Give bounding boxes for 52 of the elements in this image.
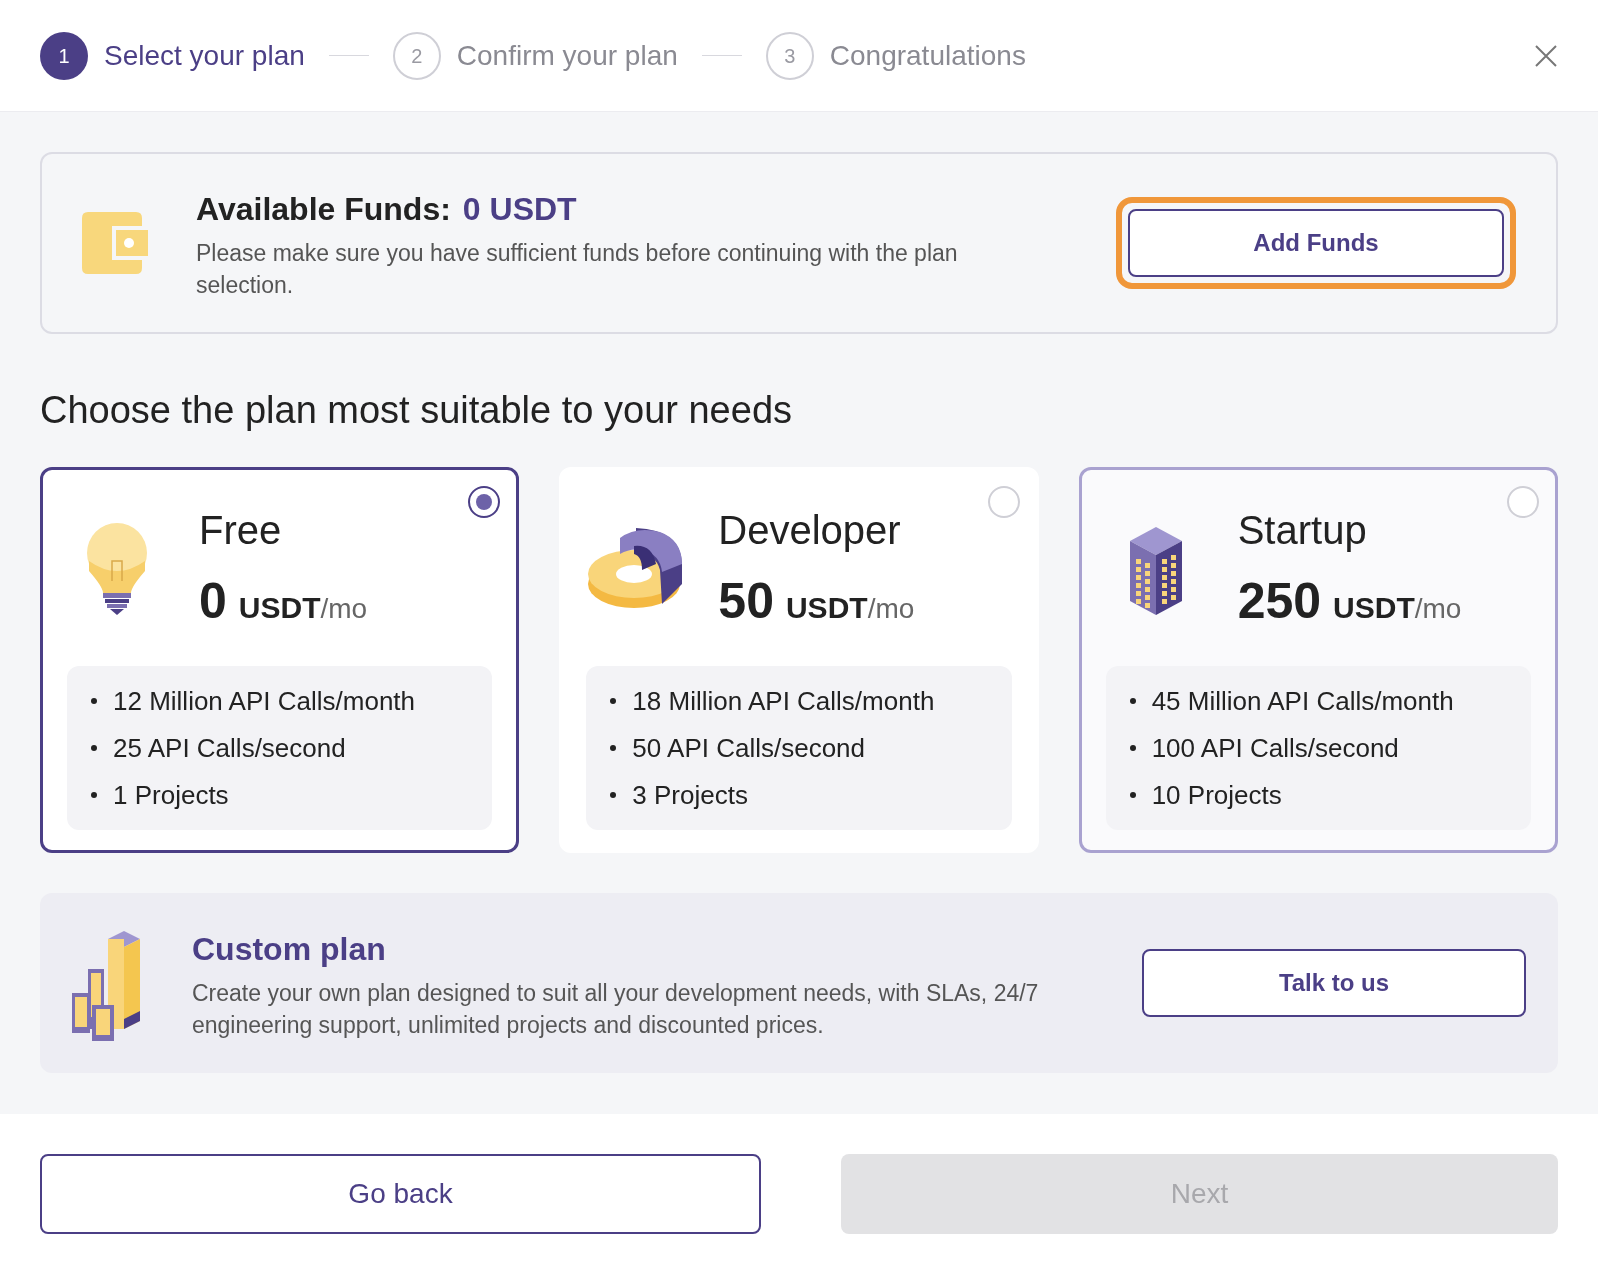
bullet-icon [610, 792, 617, 798]
plan-price: 250 [1237, 571, 1322, 631]
bullet-icon [610, 745, 617, 751]
step-label: Congratulations [829, 38, 1026, 73]
plan-feature: 18 Million API Calls/month [632, 684, 935, 718]
plan-feature: 1 Projects [113, 778, 229, 812]
plan-price: 50 [718, 571, 774, 631]
plan-period: /mo [320, 591, 368, 626]
plan-price: 0 [199, 571, 227, 631]
plan-feature: 100 API Calls/second [1151, 731, 1399, 765]
wallet-icon [82, 212, 148, 274]
step-number: 3 [765, 31, 814, 80]
go-back-button[interactable]: Go back [40, 1154, 761, 1234]
plan-feature: 10 Projects [1151, 778, 1282, 812]
funds-note: Please make sure you have sufficient funds before continuing with the plan selection. [196, 239, 959, 300]
section-heading: Choose the plan most suitable to your needs [40, 388, 794, 433]
plan-name: Developer [718, 506, 902, 554]
bullet-icon [91, 745, 97, 751]
custom-plan-title: Custom plan [192, 930, 387, 969]
plan-feature: 12 Million API Calls/month [113, 684, 416, 718]
add-funds-button[interactable]: Add Funds [1128, 209, 1504, 277]
plan-radio[interactable] [468, 486, 501, 518]
plan-currency: USDT [785, 589, 868, 626]
plan-name: Free [199, 506, 283, 554]
bullet-icon [610, 698, 617, 704]
bullet-icon [1129, 698, 1136, 704]
bullet-icon [91, 792, 97, 798]
plan-currency: USDT [1333, 589, 1415, 626]
funds-label: Available Funds: [196, 190, 451, 229]
custom-plan-text: Create your own plan designed to suit all your development needs, with SLAs, 24/7 engineering support, unlimited projects and discounted prices. [192, 979, 1040, 1040]
plan-card[interactable]: Startup 250 USDT/mo 45 Million API Calls/month 100 API Calls/second 10 Projects [1078, 467, 1558, 853]
step-label: Select your plan [104, 38, 305, 73]
plan-feature: 45 Million API Calls/month [1151, 684, 1454, 718]
bullet-icon [1129, 792, 1136, 798]
plan-name: Startup [1237, 506, 1368, 554]
bullet-icon [1129, 745, 1136, 751]
plan-feature: 50 API Calls/second [632, 731, 866, 765]
lightbulb-icon [85, 521, 149, 617]
talk-to-us-button[interactable]: Talk to us [1142, 949, 1526, 1017]
plan-period: /mo [867, 591, 915, 626]
bullet-icon [91, 698, 97, 704]
plan-period: /mo [1414, 591, 1462, 626]
step-label: Confirm your plan [456, 38, 678, 73]
plan-card[interactable]: Developer 50 USDT/mo 18 Million API Calls/month 50 API Calls/second 3 Projects [559, 467, 1039, 853]
close-icon[interactable] [1534, 43, 1558, 68]
plan-feature: 25 API Calls/second [113, 731, 346, 765]
step-number: 2 [392, 31, 441, 80]
funds-amount: 0 USDT [462, 190, 577, 229]
plan-card[interactable]: Free 0 USDT/mo 12 Million API Calls/month 25 API Calls/second 1 Projects [40, 467, 520, 853]
plan-currency: USDT [238, 589, 321, 626]
step-number: 1 [40, 31, 88, 80]
plan-feature: 3 Projects [632, 778, 748, 812]
